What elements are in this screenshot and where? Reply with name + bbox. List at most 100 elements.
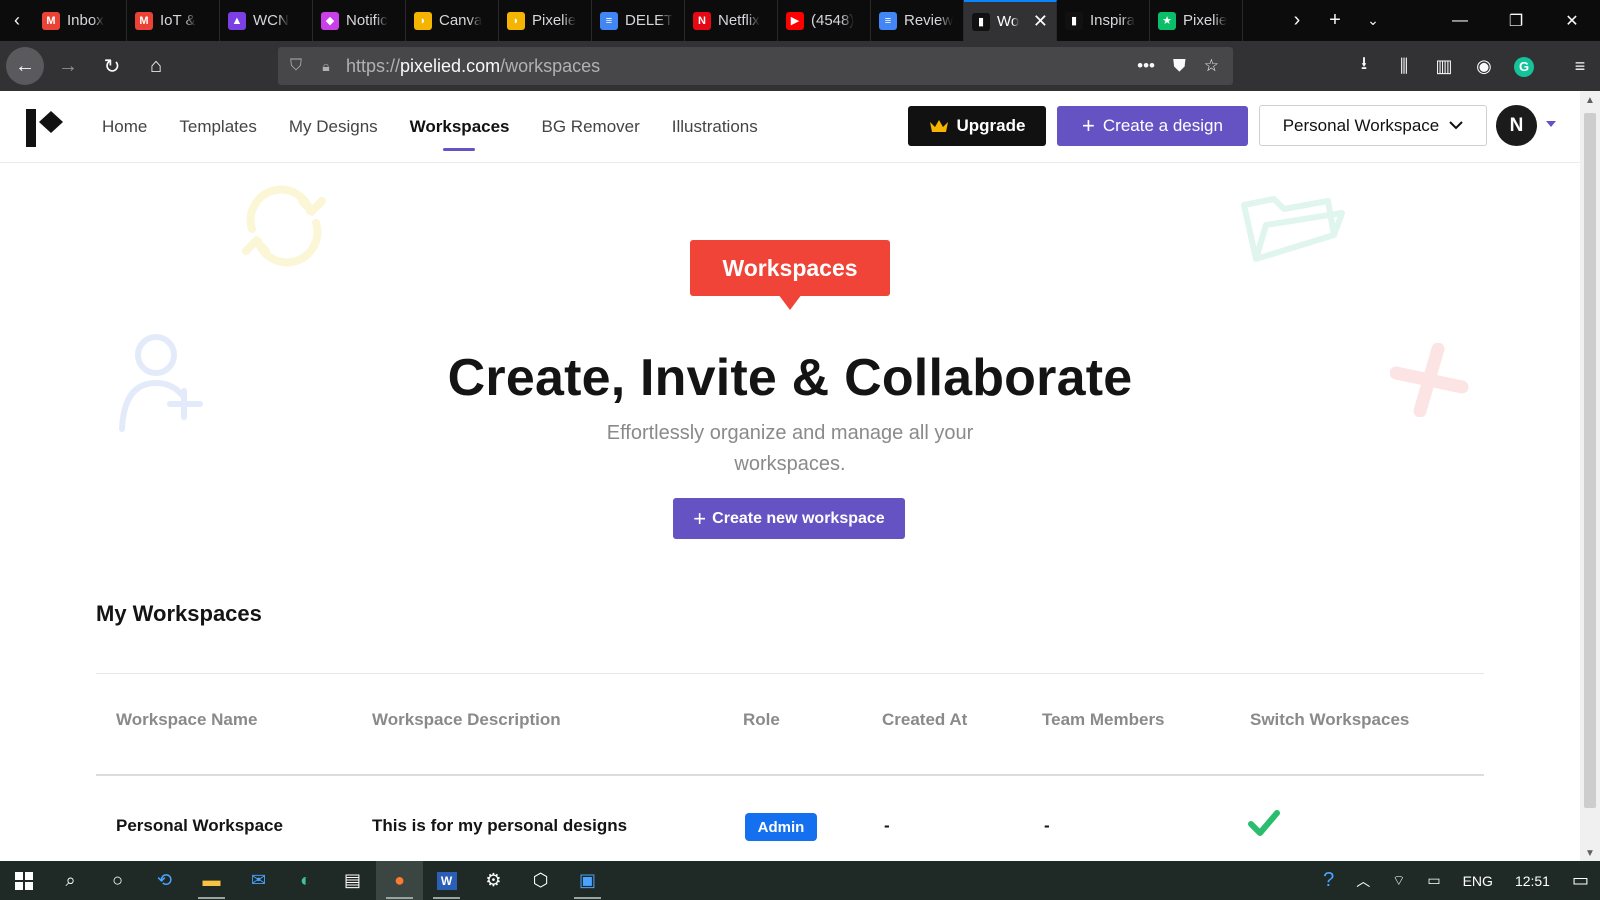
browser-tab[interactable]: ≡ Review	[871, 0, 964, 41]
tracking-shield-icon[interactable]: ⛉	[278, 57, 314, 75]
create-design-button[interactable]: + Create a design	[1057, 106, 1248, 146]
windows-start-icon[interactable]	[0, 861, 47, 900]
profile-icon: ▲	[228, 11, 246, 30]
close-tab-icon[interactable]: ✕	[1033, 11, 1048, 32]
browser-tab[interactable]: ▮ Inspira	[1057, 0, 1150, 41]
menu-item-workspaces[interactable]: Workspaces	[410, 91, 510, 163]
workspace-selector[interactable]: Personal Workspace	[1259, 105, 1487, 146]
file-explorer-icon[interactable]: ▬	[188, 861, 235, 900]
back-arrow-icon[interactable]: ←	[6, 47, 44, 85]
word-icon[interactable]: W	[423, 861, 470, 900]
avatar[interactable]: N	[1496, 105, 1537, 146]
cortana-icon[interactable]: ○	[94, 861, 141, 900]
language-indicator[interactable]: ENG	[1452, 873, 1504, 889]
account-icon[interactable]: ◉	[1464, 56, 1504, 77]
menu-item-templates[interactable]: Templates	[179, 91, 256, 163]
pocket-icon[interactable]: ⛊	[1173, 56, 1186, 76]
grammarly-extension-icon[interactable]: G	[1504, 55, 1544, 77]
menu-item-bg-remover[interactable]: BG Remover	[542, 91, 640, 163]
column-header-switch: Switch Workspaces	[1250, 710, 1410, 729]
upgrade-button[interactable]: Upgrade	[908, 106, 1046, 146]
browser-tab[interactable]: ◗ Pixelie	[499, 0, 592, 41]
sidebar-icon[interactable]: ▥	[1424, 56, 1464, 77]
browser-tab[interactable]: ≡ DELET	[592, 0, 685, 41]
task-view-icon[interactable]: ⟲	[141, 861, 188, 900]
chevron-down-icon	[1449, 121, 1463, 130]
tab-label: Wo	[997, 13, 1020, 30]
store-icon[interactable]: ▤	[329, 861, 376, 900]
scroll-tabs-right-icon[interactable]: ›	[1278, 9, 1316, 32]
netflix-icon: N	[693, 11, 711, 30]
menu-item-illustrations[interactable]: Illustrations	[672, 91, 758, 163]
tab-label: Pixelie	[1183, 12, 1228, 29]
tab-label: DELET	[625, 12, 674, 29]
downloads-icon[interactable]: ⭳	[1344, 51, 1384, 81]
browser-tab[interactable]: ◗ Canva	[406, 0, 499, 41]
wifi-icon[interactable]: ⌔	[1381, 872, 1416, 890]
create-new-workspace-button[interactable]: + Create new workspace	[673, 498, 905, 539]
restore-window-icon[interactable]: ❐	[1488, 11, 1544, 31]
lock-icon[interactable]: 🔒︎	[314, 58, 338, 75]
photos-icon[interactable]: ▣	[564, 861, 611, 900]
library-icon[interactable]: ⫼	[1384, 56, 1424, 77]
docs-icon: ≡	[879, 11, 897, 30]
folder-decoration-icon	[1241, 196, 1345, 262]
page-actions-icon[interactable]: •••	[1137, 56, 1155, 76]
edge-icon[interactable]: ◐	[282, 861, 329, 900]
gmail-icon: M	[42, 11, 60, 30]
app-menu-icon[interactable]: ≡	[1560, 56, 1600, 77]
browser-tab[interactable]: ▲ WCN	[220, 0, 313, 41]
mail-icon[interactable]: ✉	[235, 861, 282, 900]
clock[interactable]: 12:51	[1504, 873, 1561, 889]
browser-tab[interactable]: N Netflix	[685, 0, 778, 41]
hero-title: Create, Invite & Collaborate	[447, 349, 1133, 407]
browser-tab-bar: ‹ M Inbox M IoT & ▲ WCN ◆ Notific ◗ Canva ◗ Pixelie…	[0, 0, 1600, 41]
pixelied-logo[interactable]	[26, 109, 66, 147]
team-members-cell: -	[1044, 816, 1050, 835]
star-icon: ★	[1158, 11, 1176, 30]
browser-toolbar-right: ⭳ ⫼ ▥ ◉ G ≡	[1344, 41, 1600, 91]
scroll-up-icon[interactable]: ▲	[1580, 95, 1600, 106]
search-icon[interactable]: ⌕	[47, 861, 94, 900]
list-all-tabs-icon[interactable]: ⌄	[1354, 12, 1392, 29]
windows-taskbar: ⌕ ○ ⟲ ▬ ✉ ◐ ▤ ● W ⚙ ⬡ ▣ ? ︿ ⌔ ▭ ENG 12:5…	[0, 861, 1600, 900]
battery-icon[interactable]: ▭	[1416, 872, 1451, 889]
minimize-window-icon[interactable]: —	[1432, 12, 1488, 30]
reload-icon[interactable]: ↻	[92, 46, 132, 86]
page-scrollbar[interactable]: ▲ ▼	[1580, 91, 1600, 861]
workspace-name-cell: Personal Workspace	[116, 816, 283, 835]
home-icon[interactable]: ⌂	[136, 46, 176, 86]
tab-label: Review	[904, 12, 954, 29]
browser-tab[interactable]: ◆ Notific	[313, 0, 406, 41]
menu-item-my-designs[interactable]: My Designs	[289, 91, 378, 163]
browser-tab[interactable]: ▮ Wo ✕	[964, 0, 1057, 41]
tab-label: Inbox	[67, 12, 104, 29]
url-text[interactable]: https://pixelied.com/workspaces	[346, 56, 600, 77]
new-tab-icon[interactable]: +	[1316, 9, 1354, 32]
tab-label: IoT &	[160, 12, 196, 29]
help-icon[interactable]: ?	[1312, 869, 1345, 892]
browser-tab[interactable]: ▶ (4548)	[778, 0, 871, 41]
scroll-down-icon[interactable]: ▼	[1580, 848, 1600, 859]
browser-tab[interactable]: M IoT &	[127, 0, 220, 41]
settings-icon[interactable]: ⚙	[470, 861, 517, 900]
bookmark-star-icon[interactable]: ☆	[1204, 56, 1219, 76]
menu-item-home[interactable]: Home	[102, 91, 147, 163]
close-window-icon[interactable]: ✕	[1544, 11, 1600, 31]
check-icon[interactable]	[1248, 809, 1280, 837]
account-menu-caret-icon[interactable]	[1546, 121, 1556, 127]
firefox-icon[interactable]: ●	[376, 861, 423, 900]
3d-viewer-icon[interactable]: ⬡	[517, 861, 564, 900]
system-tray: ? ︿ ⌔ ▭ ENG 12:51 ▭	[1312, 861, 1600, 900]
address-bar[interactable]: ⛉ 🔒︎ https://pixelied.com/workspaces •••…	[278, 47, 1233, 85]
scroll-tabs-left-icon[interactable]: ‹	[0, 0, 34, 41]
tab-label: Canva	[439, 12, 483, 29]
created-at-cell: -	[884, 816, 890, 835]
scrollbar-thumb[interactable]	[1584, 113, 1596, 808]
browser-tab[interactable]: ★ Pixelie	[1150, 0, 1243, 41]
show-hidden-icons-icon[interactable]: ︿	[1345, 871, 1381, 891]
browser-tab[interactable]: M Inbox	[34, 0, 127, 41]
notifications-icon[interactable]: ▭	[1561, 870, 1600, 891]
table-row: Personal Workspace This is for my person…	[96, 776, 1484, 861]
forward-arrow-icon[interactable]: →	[48, 46, 88, 86]
